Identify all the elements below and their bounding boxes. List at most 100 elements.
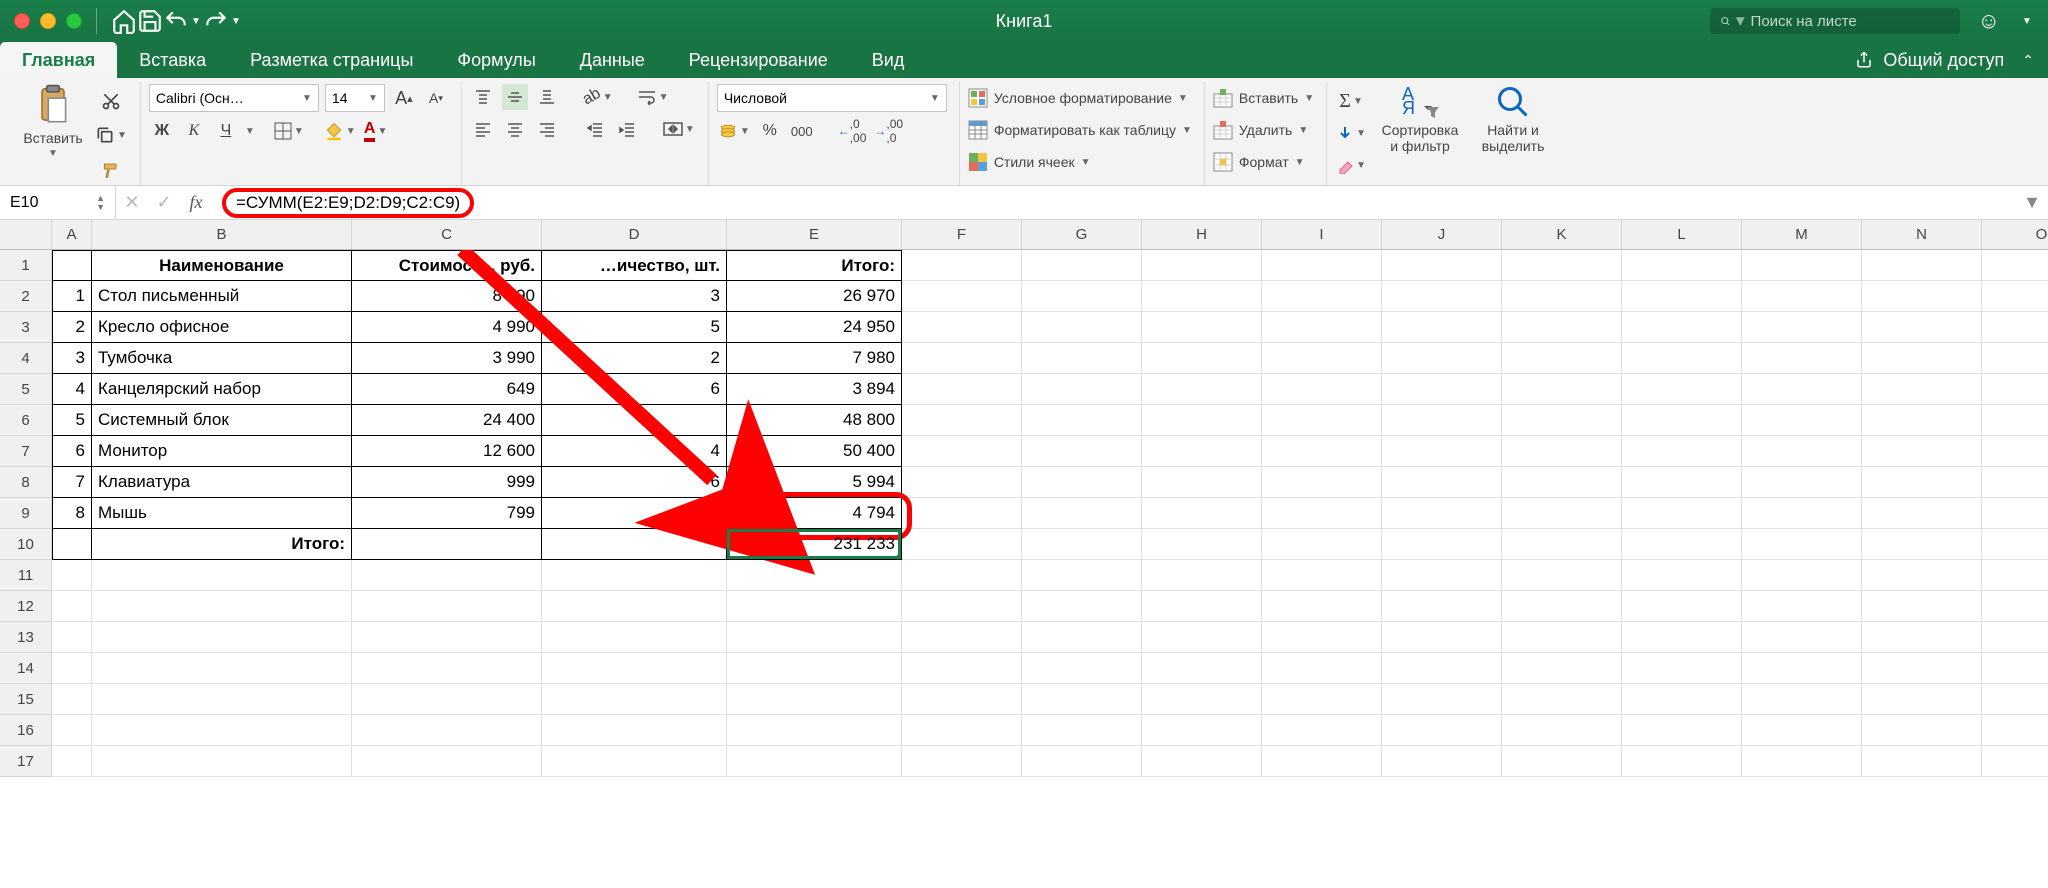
cell-E4[interactable]: 7 980 bbox=[727, 343, 902, 374]
cell-G11[interactable] bbox=[1022, 560, 1142, 591]
cell-I13[interactable] bbox=[1262, 622, 1382, 653]
cell-H10[interactable] bbox=[1142, 529, 1262, 560]
cell-L16[interactable] bbox=[1622, 715, 1742, 746]
row-header-4[interactable]: 4 bbox=[0, 343, 52, 374]
cell-E14[interactable] bbox=[727, 653, 902, 684]
cell-I14[interactable] bbox=[1262, 653, 1382, 684]
row-header-2[interactable]: 2 bbox=[0, 281, 52, 312]
tab-formulas[interactable]: Формулы bbox=[435, 42, 557, 78]
cell-A8[interactable]: 7 bbox=[52, 467, 92, 498]
cell-I11[interactable] bbox=[1262, 560, 1382, 591]
cell-O6[interactable] bbox=[1982, 405, 2048, 436]
cell-G6[interactable] bbox=[1022, 405, 1142, 436]
cell-I16[interactable] bbox=[1262, 715, 1382, 746]
minimize-window[interactable] bbox=[40, 13, 56, 29]
cell-K3[interactable] bbox=[1502, 312, 1622, 343]
cell-O8[interactable] bbox=[1982, 467, 2048, 498]
cell-E8[interactable]: 5 994 bbox=[727, 467, 902, 498]
cell-B16[interactable] bbox=[92, 715, 352, 746]
cell-F11[interactable] bbox=[902, 560, 1022, 591]
cell-I6[interactable] bbox=[1262, 405, 1382, 436]
cell-C12[interactable] bbox=[352, 591, 542, 622]
cell-D7[interactable]: 4 bbox=[542, 436, 727, 467]
cell-C14[interactable] bbox=[352, 653, 542, 684]
col-header-N[interactable]: N bbox=[1862, 220, 1982, 249]
cell-C3[interactable]: 4 990 bbox=[352, 312, 542, 343]
home-icon[interactable] bbox=[111, 8, 137, 34]
cell-O13[interactable] bbox=[1982, 622, 2048, 653]
cell-A15[interactable] bbox=[52, 684, 92, 715]
delete-cells-button[interactable]: Удалить▼ bbox=[1213, 116, 1314, 144]
cell-styles-button[interactable]: Стили ячеек▼ bbox=[968, 148, 1192, 176]
cell-K14[interactable] bbox=[1502, 653, 1622, 684]
cell-H3[interactable] bbox=[1142, 312, 1262, 343]
cell-B2[interactable]: Стол письменный bbox=[92, 281, 352, 312]
cell-M8[interactable] bbox=[1742, 467, 1862, 498]
cell-L11[interactable] bbox=[1622, 560, 1742, 591]
cell-D6[interactable] bbox=[542, 405, 727, 436]
cell-H9[interactable] bbox=[1142, 498, 1262, 529]
find-select-button[interactable]: Найти и выделить bbox=[1473, 84, 1553, 183]
cell-H8[interactable] bbox=[1142, 467, 1262, 498]
row-header-8[interactable]: 8 bbox=[0, 467, 52, 498]
cell-E7[interactable]: 50 400 bbox=[727, 436, 902, 467]
cell-J6[interactable] bbox=[1382, 405, 1502, 436]
share-button[interactable]: Общий доступ ⌃ bbox=[1841, 42, 2048, 78]
increase-indent-icon[interactable] bbox=[614, 116, 640, 142]
cell-D12[interactable] bbox=[542, 591, 727, 622]
cell-A5[interactable]: 4 bbox=[52, 374, 92, 405]
copy-icon[interactable]: ▼ bbox=[94, 122, 128, 148]
cell-M15[interactable] bbox=[1742, 684, 1862, 715]
cell-G8[interactable] bbox=[1022, 467, 1142, 498]
select-all-corner[interactable] bbox=[0, 220, 52, 250]
tab-view[interactable]: Вид bbox=[850, 42, 927, 78]
cell-D10[interactable] bbox=[542, 529, 727, 560]
cell-C16[interactable] bbox=[352, 715, 542, 746]
cell-K8[interactable] bbox=[1502, 467, 1622, 498]
cell-A17[interactable] bbox=[52, 746, 92, 777]
cell-B1[interactable]: Наименование bbox=[92, 250, 352, 281]
cell-B15[interactable] bbox=[92, 684, 352, 715]
cell-O10[interactable] bbox=[1982, 529, 2048, 560]
cell-M6[interactable] bbox=[1742, 405, 1862, 436]
cell-J3[interactable] bbox=[1382, 312, 1502, 343]
cell-E6[interactable]: 48 800 bbox=[727, 405, 902, 436]
cell-L6[interactable] bbox=[1622, 405, 1742, 436]
cell-F9[interactable] bbox=[902, 498, 1022, 529]
col-header-D[interactable]: D bbox=[542, 220, 727, 249]
cell-H2[interactable] bbox=[1142, 281, 1262, 312]
cell-C8[interactable]: 999 bbox=[352, 467, 542, 498]
cell-C13[interactable] bbox=[352, 622, 542, 653]
cell-C15[interactable] bbox=[352, 684, 542, 715]
cell-L4[interactable] bbox=[1622, 343, 1742, 374]
redo-icon[interactable] bbox=[203, 8, 229, 34]
cell-C11[interactable] bbox=[352, 560, 542, 591]
font-size-selector[interactable]: 14▼ bbox=[325, 84, 385, 112]
merge-icon[interactable]: ▼ bbox=[662, 116, 696, 142]
cell-J13[interactable] bbox=[1382, 622, 1502, 653]
increase-decimal-icon[interactable]: ←,0,00 bbox=[837, 118, 868, 144]
format-as-table-button[interactable]: Форматировать как таблицу▼ bbox=[968, 116, 1192, 144]
cell-K2[interactable] bbox=[1502, 281, 1622, 312]
cell-O17[interactable] bbox=[1982, 746, 2048, 777]
cell-B8[interactable]: Клавиатура bbox=[92, 467, 352, 498]
cell-I8[interactable] bbox=[1262, 467, 1382, 498]
col-header-I[interactable]: I bbox=[1262, 220, 1382, 249]
cell-F16[interactable] bbox=[902, 715, 1022, 746]
cell-J4[interactable] bbox=[1382, 343, 1502, 374]
underline-button[interactable]: Ч bbox=[213, 118, 239, 144]
cell-D8[interactable]: 6 bbox=[542, 467, 727, 498]
col-header-G[interactable]: G bbox=[1022, 220, 1142, 249]
cell-G10[interactable] bbox=[1022, 529, 1142, 560]
cell-O9[interactable] bbox=[1982, 498, 2048, 529]
row-header-1[interactable]: 1 bbox=[0, 250, 52, 281]
cell-I15[interactable] bbox=[1262, 684, 1382, 715]
align-top-icon[interactable] bbox=[470, 84, 496, 110]
conditional-formatting-button[interactable]: Условное форматирование▼ bbox=[968, 84, 1192, 112]
cell-M7[interactable] bbox=[1742, 436, 1862, 467]
cell-H12[interactable] bbox=[1142, 591, 1262, 622]
expand-formula-bar-icon[interactable]: ▼ bbox=[2016, 186, 2048, 220]
font-color-button[interactable]: А▼ bbox=[363, 118, 389, 144]
cell-D13[interactable] bbox=[542, 622, 727, 653]
cell-A2[interactable]: 1 bbox=[52, 281, 92, 312]
